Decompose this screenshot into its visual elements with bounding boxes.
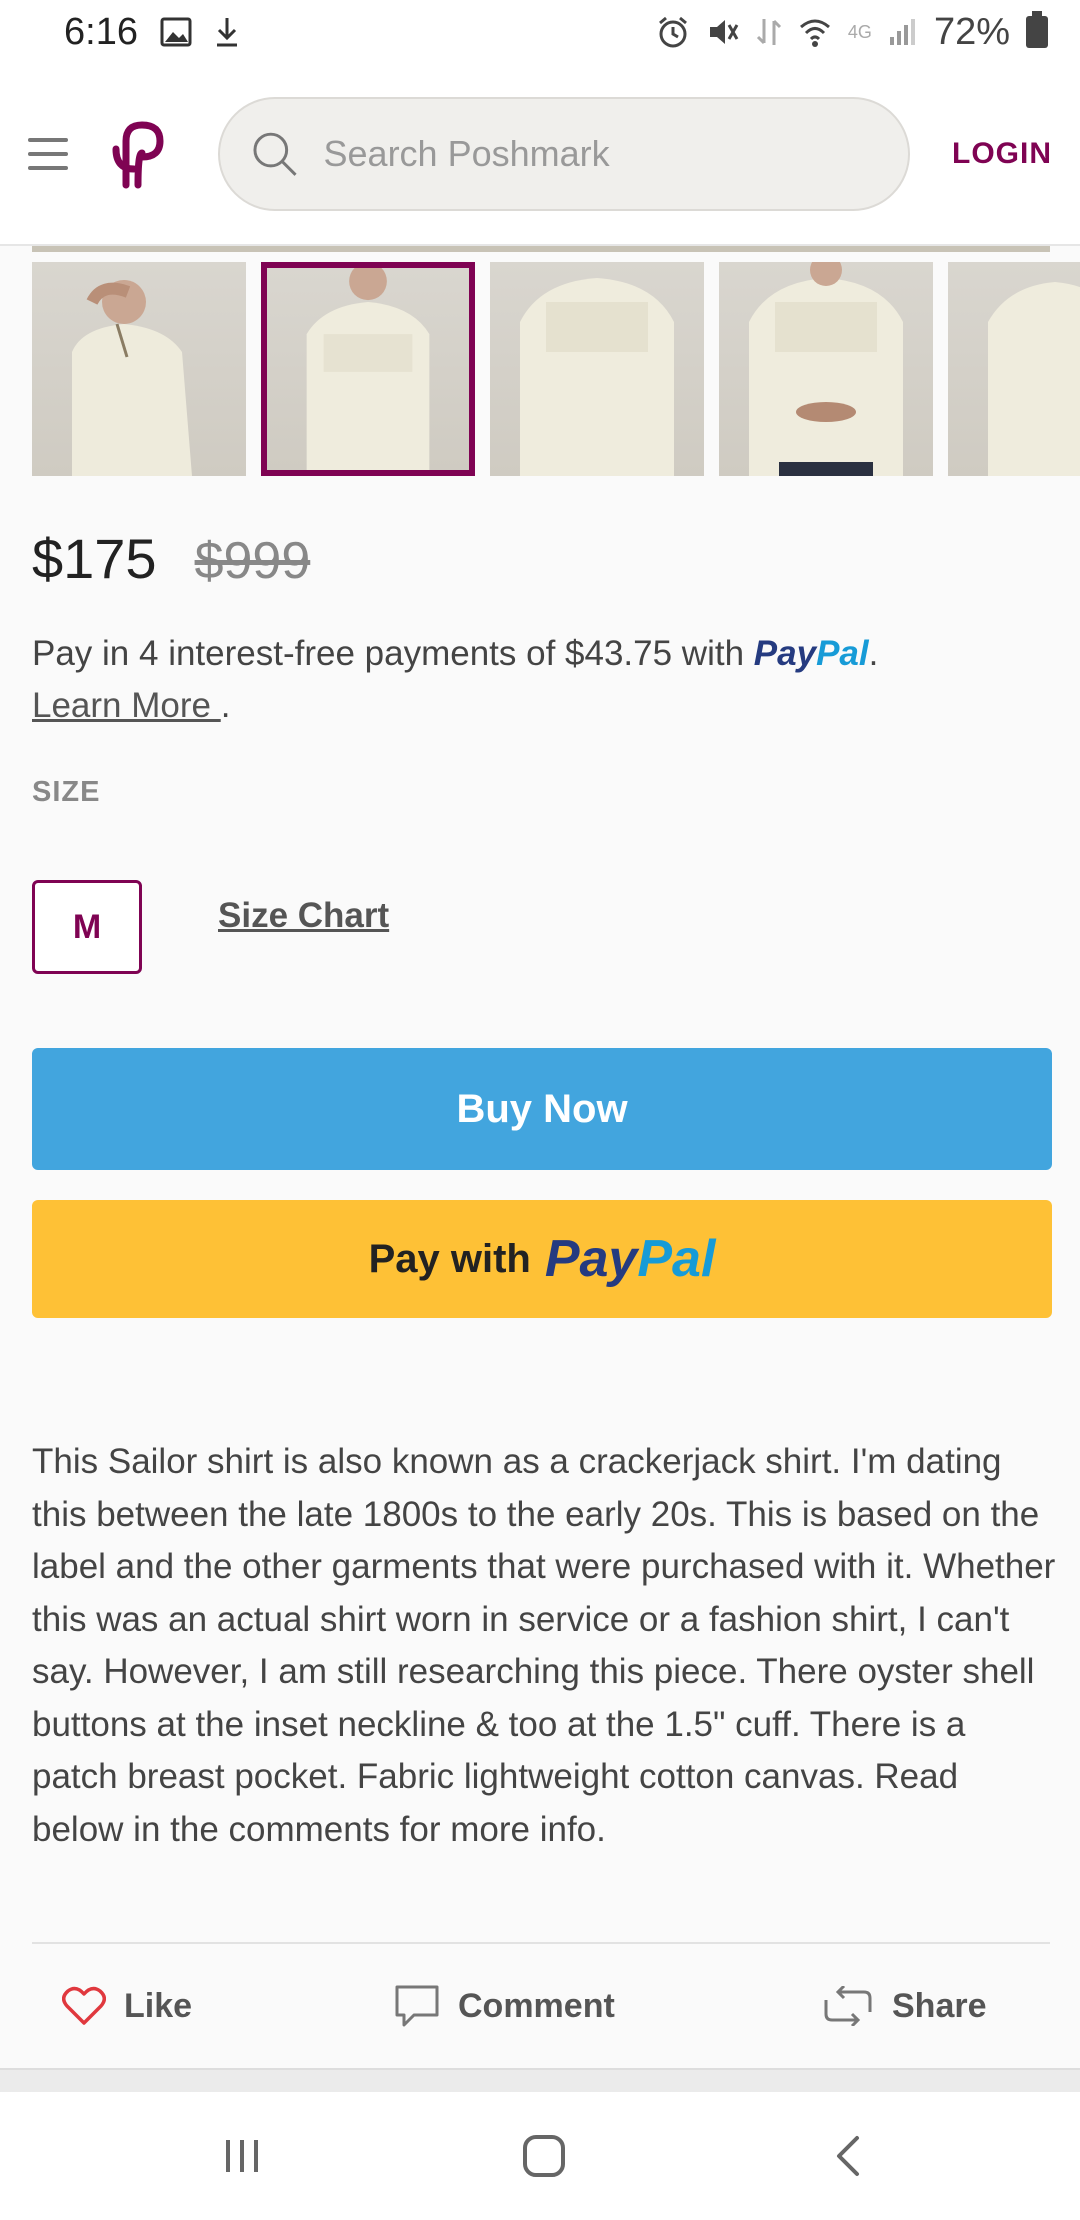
buy-now-button[interactable]: Buy Now	[32, 1048, 1052, 1170]
paypal-button-pay: Pay	[544, 1230, 638, 1288]
size-heading: SIZE	[32, 776, 101, 808]
share-icon	[824, 1986, 872, 2026]
paypal-button-pal: Pal	[637, 1230, 716, 1288]
learn-more-link[interactable]: Learn More	[32, 686, 221, 725]
battery-percent: 72%	[933, 10, 1010, 53]
paypal-logo-pay: Pay	[753, 634, 817, 673]
status-time: 6:16	[64, 10, 138, 53]
pay-with-paypal-button[interactable]: Pay with PayPal	[32, 1200, 1052, 1318]
battery-icon	[1026, 11, 1048, 48]
mute-icon	[706, 15, 740, 49]
download-icon	[214, 16, 240, 48]
size-chart-link[interactable]: Size Chart	[218, 896, 389, 936]
comment-button[interactable]: Comment	[394, 1984, 615, 2028]
bottom-separator	[0, 2068, 1080, 2092]
installments-label: Pay in 4 interest-free payments of $43.7…	[32, 634, 745, 673]
network-type-label: 4G	[847, 21, 872, 42]
like-label: Like	[124, 1986, 193, 2025]
home-icon[interactable]	[514, 2126, 574, 2186]
login-link[interactable]: LOGIN	[952, 137, 1052, 171]
paypal-installments-text: Pay in 4 interest-free payments of $43.7…	[32, 628, 1052, 732]
status-bar: 6:16 4G 72%	[0, 0, 1080, 64]
social-actions-bar: Like Comment Share	[0, 1946, 1080, 2066]
original-price: $999	[194, 532, 311, 590]
hamburger-icon[interactable]	[28, 138, 68, 170]
search-bar[interactable]	[218, 97, 910, 211]
recent-apps-icon[interactable]	[212, 2126, 272, 2186]
period-2: .	[220, 686, 231, 725]
paypal-button-logo-icon: PayPal	[545, 1229, 716, 1289]
listing-description: This Sailor shirt is also known as a cra…	[32, 1442, 1056, 1849]
thumbnail-strip[interactable]	[32, 262, 1080, 476]
back-icon[interactable]	[818, 2126, 878, 2186]
system-nav-bar	[0, 2092, 1080, 2220]
listing-price: $175	[32, 527, 157, 590]
size-option-m[interactable]: M	[32, 880, 142, 974]
signal-icon	[888, 17, 918, 47]
data-transfer-icon	[756, 15, 782, 49]
heart-icon	[62, 1986, 106, 2025]
poshmark-logo-icon[interactable]	[108, 119, 168, 189]
search-icon	[253, 132, 297, 176]
thumbnail-4[interactable]	[719, 262, 933, 476]
app-header: LOGIN	[0, 64, 1080, 246]
share-label: Share	[892, 1986, 987, 2025]
price-row: $175 $999	[32, 526, 310, 591]
thumbnail-5[interactable]	[948, 262, 1080, 476]
comment-icon	[395, 1985, 439, 2027]
pay-with-label: Pay with	[368, 1236, 531, 1281]
search-input[interactable]	[323, 133, 878, 175]
main-image-edge	[32, 246, 1050, 252]
thumbnail-3[interactable]	[490, 262, 704, 476]
gallery-icon	[160, 17, 192, 47]
comment-label: Comment	[458, 1986, 615, 2025]
share-button[interactable]: Share	[822, 1986, 987, 2026]
paypal-logo-pal: Pal	[816, 634, 869, 673]
paypal-logo-icon: PayPal	[754, 634, 869, 673]
wifi-icon	[798, 15, 832, 49]
like-button[interactable]: Like	[62, 1986, 192, 2026]
alarm-icon	[656, 15, 690, 49]
divider	[32, 1942, 1050, 1944]
thumbnail-2[interactable]	[261, 262, 475, 476]
thumbnail-1[interactable]	[32, 262, 246, 476]
period: .	[868, 634, 879, 673]
